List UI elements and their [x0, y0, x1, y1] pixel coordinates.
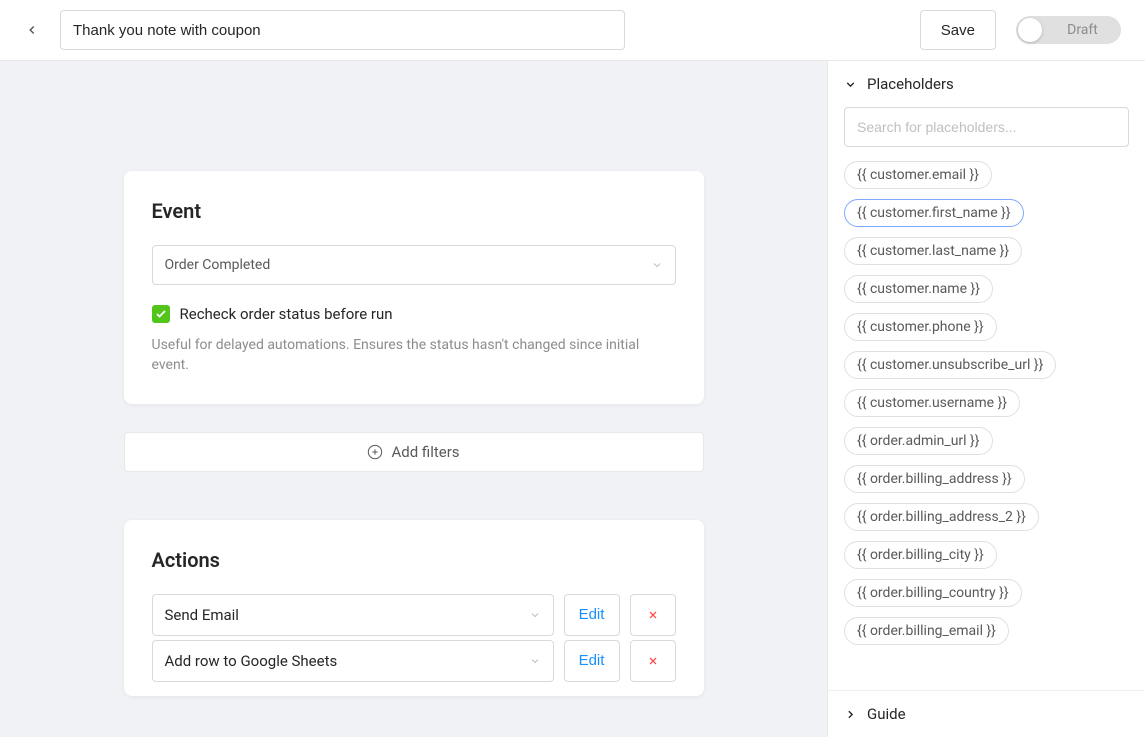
- save-button[interactable]: Save: [920, 10, 996, 50]
- placeholder-pill[interactable]: {{ customer.first_name }}: [844, 199, 1024, 227]
- placeholder-search-input[interactable]: [844, 107, 1129, 147]
- placeholder-pill[interactable]: {{ customer.last_name }}: [844, 237, 1022, 265]
- event-select[interactable]: Order Completed: [152, 245, 676, 285]
- main-canvas: Event Order Completed Recheck order stat…: [0, 61, 827, 737]
- delete-action-button[interactable]: [630, 640, 676, 682]
- draft-label: Draft: [1042, 22, 1119, 38]
- delete-action-button[interactable]: [630, 594, 676, 636]
- placeholder-pill[interactable]: {{ order.billing_email }}: [844, 617, 1009, 645]
- placeholders-panel-header[interactable]: Placeholders: [828, 61, 1145, 107]
- guide-panel-header[interactable]: Guide: [828, 690, 1145, 737]
- plus-circle-icon: [367, 444, 383, 460]
- recheck-label: Recheck order status before run: [180, 305, 393, 323]
- chevron-down-icon: [844, 78, 857, 91]
- actions-title: Actions: [152, 548, 676, 572]
- action-select-value: Send Email: [165, 606, 239, 624]
- automation-title-input[interactable]: [60, 10, 625, 50]
- recheck-help-text: Useful for delayed automations. Ensures …: [152, 335, 676, 376]
- placeholder-pill[interactable]: {{ order.billing_address_2 }}: [844, 503, 1039, 531]
- placeholders-title: Placeholders: [867, 75, 954, 93]
- placeholder-search-wrap: [844, 107, 1129, 147]
- sidebar: Placeholders {{ customer.email }}{{ cust…: [827, 61, 1145, 737]
- placeholder-pill[interactable]: {{ order.billing_country }}: [844, 579, 1022, 607]
- placeholder-pill[interactable]: {{ order.admin_url }}: [844, 427, 993, 455]
- action-select[interactable]: Add row to Google Sheets: [152, 640, 554, 682]
- actions-card: Actions Send EmailEditAdd row to Google …: [124, 520, 704, 696]
- event-select-value: Order Completed: [165, 257, 271, 273]
- edit-action-button[interactable]: Edit: [564, 640, 620, 682]
- action-select-value: Add row to Google Sheets: [165, 652, 338, 670]
- back-button[interactable]: [16, 14, 48, 46]
- action-row: Add row to Google Sheets Edit: [152, 640, 676, 682]
- edit-action-button[interactable]: Edit: [564, 594, 620, 636]
- placeholder-pill[interactable]: {{ customer.phone }}: [844, 313, 997, 341]
- event-card: Event Order Completed Recheck order stat…: [124, 171, 704, 404]
- chevron-right-icon: [844, 708, 857, 721]
- toggle-knob: [1018, 18, 1042, 42]
- chevron-down-icon: [651, 259, 663, 271]
- event-title: Event: [152, 199, 676, 223]
- action-row: Send Email Edit: [152, 594, 676, 636]
- draft-toggle[interactable]: Draft: [1016, 16, 1121, 44]
- guide-title: Guide: [867, 705, 906, 723]
- chevron-down-icon: [529, 655, 541, 667]
- header: Save Draft: [0, 0, 1145, 61]
- recheck-checkbox[interactable]: [152, 305, 170, 323]
- placeholder-pill[interactable]: {{ order.billing_address }}: [844, 465, 1025, 493]
- placeholder-pill[interactable]: {{ customer.unsubscribe_url }}: [844, 351, 1056, 379]
- chevron-down-icon: [529, 609, 541, 621]
- placeholder-pill[interactable]: {{ customer.username }}: [844, 389, 1020, 417]
- action-select[interactable]: Send Email: [152, 594, 554, 636]
- add-filters-button[interactable]: Add filters: [124, 432, 704, 472]
- add-filters-label: Add filters: [391, 443, 459, 461]
- placeholder-pill[interactable]: {{ order.billing_city }}: [844, 541, 997, 569]
- placeholder-list[interactable]: {{ customer.email }} {{ customer.first_na…: [828, 161, 1145, 690]
- placeholder-pill[interactable]: {{ customer.email }}: [844, 161, 992, 189]
- placeholder-pill[interactable]: {{ customer.name }}: [844, 275, 993, 303]
